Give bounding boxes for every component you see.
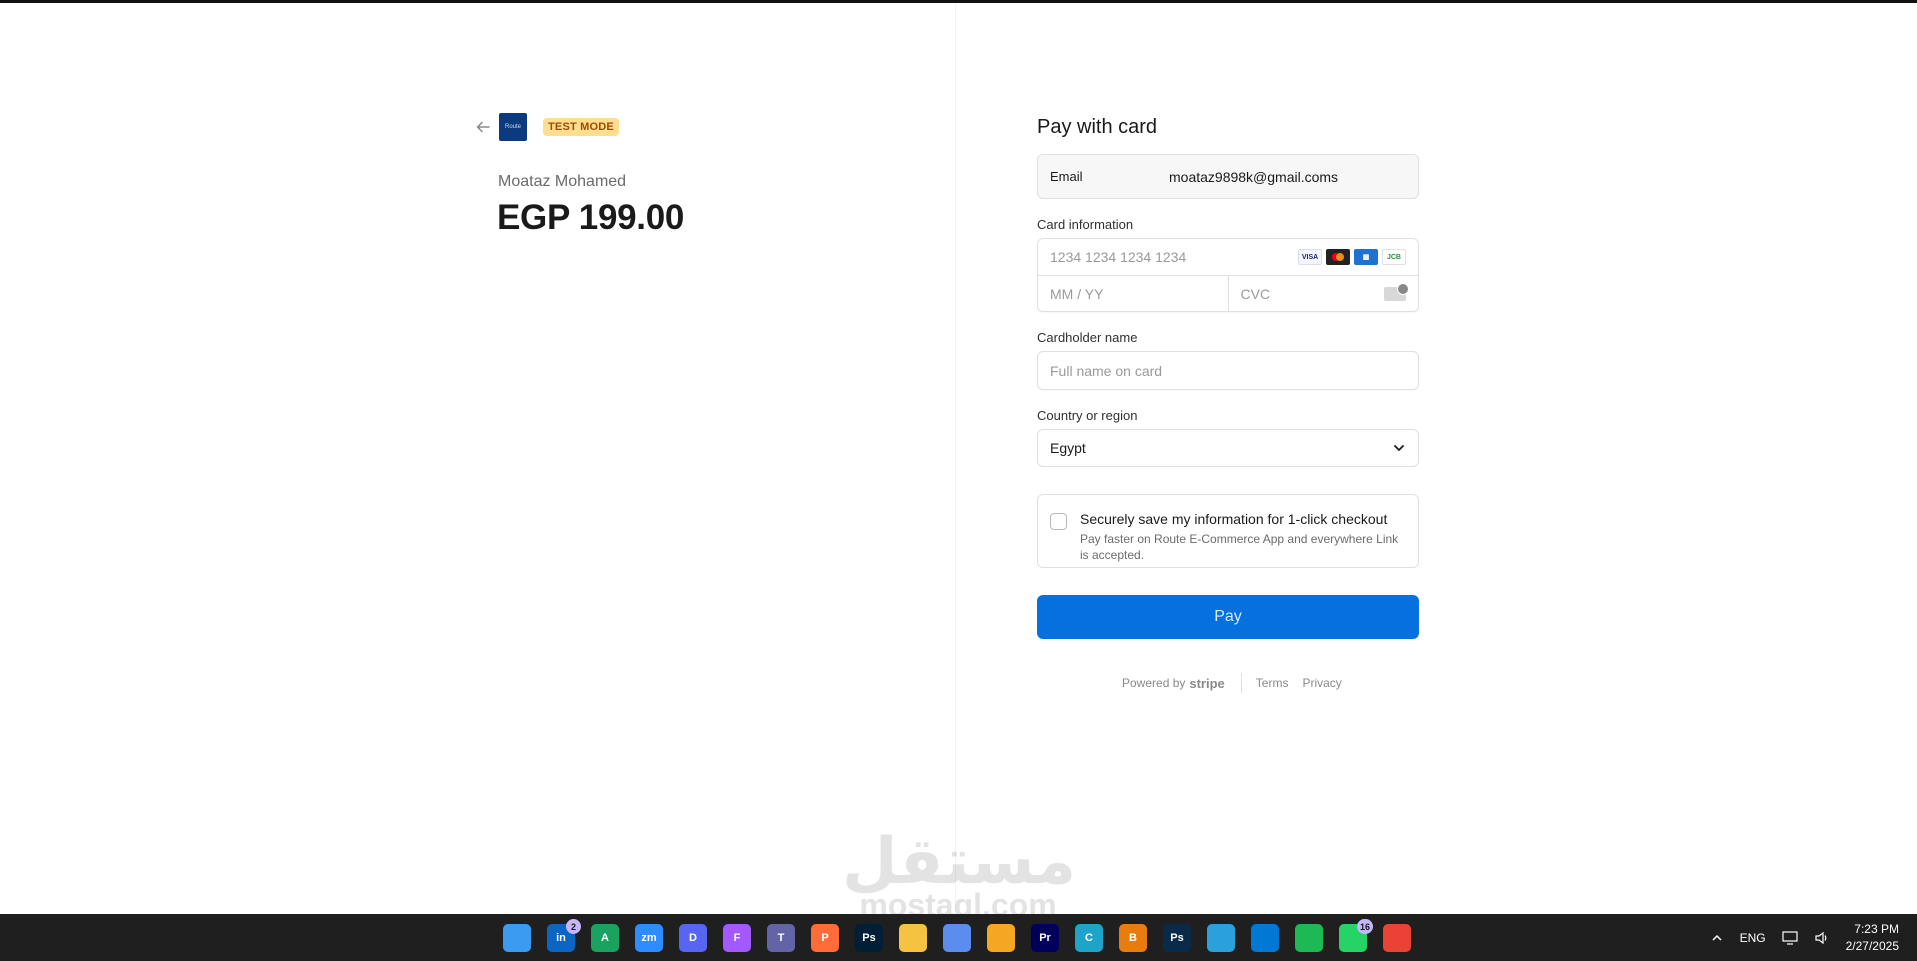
privacy-link[interactable]: Privacy bbox=[1302, 676, 1341, 690]
figma-label: F bbox=[733, 932, 741, 944]
chevron-up-icon[interactable] bbox=[1710, 931, 1724, 945]
expiry-placeholder: MM / YY bbox=[1050, 285, 1104, 302]
mastercard-icon bbox=[1326, 249, 1350, 265]
merchant-logo[interactable]: Route bbox=[499, 113, 527, 141]
whatsapp-icon[interactable]: 16 bbox=[1339, 919, 1373, 952]
card-number-placeholder: 1234 1234 1234 1234 bbox=[1050, 249, 1187, 265]
cvc-card-icon bbox=[1384, 282, 1409, 301]
country-select[interactable]: Egypt bbox=[1037, 429, 1419, 467]
save-info-checkbox[interactable] bbox=[1050, 513, 1067, 530]
jcb-icon: JCB bbox=[1382, 249, 1406, 265]
test-mode-badge: TEST MODE bbox=[543, 118, 619, 136]
back-arrow-icon[interactable] bbox=[475, 119, 491, 135]
teams-label: T bbox=[777, 932, 785, 944]
amex-icon: ▦ bbox=[1354, 249, 1378, 265]
file-explorer-icon[interactable] bbox=[899, 924, 927, 952]
card-brands: VISA ▦ JCB bbox=[1298, 249, 1406, 265]
sheets-label: A bbox=[601, 932, 609, 944]
terms-link[interactable]: Terms bbox=[1256, 676, 1289, 690]
start-icon[interactable] bbox=[503, 924, 531, 952]
notification-badge: 2 bbox=[566, 919, 581, 934]
notification-badge: 16 bbox=[1356, 919, 1373, 934]
card-expiry-cvc-row: MM / YY CVC bbox=[1038, 275, 1418, 311]
powered-by-text: Powered by bbox=[1122, 676, 1186, 690]
network-icon[interactable] bbox=[987, 924, 1015, 952]
clock-date: 2/27/2025 bbox=[1845, 938, 1899, 953]
canva-label: C bbox=[1085, 932, 1093, 944]
linkedin-icon[interactable]: in 2 bbox=[547, 919, 581, 952]
header-row: Route TEST MODE bbox=[475, 112, 619, 142]
email-value: moataz9898k@gmail.coms bbox=[1169, 168, 1339, 185]
telegram-icon[interactable] bbox=[1207, 924, 1235, 952]
network-icon[interactable] bbox=[1782, 930, 1798, 945]
cardholder-name-input[interactable]: Full name on card bbox=[1037, 351, 1419, 390]
volume-icon[interactable] bbox=[1814, 931, 1830, 945]
blender-label: B bbox=[1129, 932, 1137, 944]
cardholder-placeholder: Full name on card bbox=[1050, 362, 1163, 379]
country-label: Country or region bbox=[1037, 408, 1138, 423]
merchant-name: Moataz Mohamed bbox=[498, 173, 627, 190]
photoshop-icon[interactable]: Ps bbox=[855, 924, 883, 952]
zoom-label: zm bbox=[641, 932, 657, 944]
premiere-icon[interactable]: Pr bbox=[1031, 924, 1059, 952]
mostaql-watermark: مستقل mostaql.com bbox=[842, 827, 1076, 921]
windows-taskbar: in 2 Azm D F T P Ps Pr C B Ps 16 ENG 7:23 PM 2/27/20… bbox=[0, 914, 1917, 961]
visa-icon: VISA bbox=[1298, 249, 1322, 265]
cvc-input[interactable]: CVC bbox=[1227, 275, 1419, 311]
cardholder-label: Cardholder name bbox=[1037, 330, 1138, 345]
paint-icon[interactable] bbox=[943, 924, 971, 952]
chrome-icon[interactable] bbox=[1383, 924, 1411, 952]
form-title: Pay with card bbox=[1037, 116, 1158, 138]
language-indicator[interactable]: ENG bbox=[1740, 931, 1766, 945]
postman-label: P bbox=[821, 932, 829, 944]
card-number-input[interactable]: 1234 1234 1234 1234 VISA ▦ JCB bbox=[1038, 239, 1418, 275]
canva-icon[interactable]: C bbox=[1075, 924, 1103, 952]
card-info-group: 1234 1234 1234 1234 VISA ▦ JCB MM / YY C… bbox=[1037, 238, 1419, 312]
linkedin-label: in bbox=[556, 932, 566, 944]
save-info-text: Securely save my information for 1-click… bbox=[1080, 505, 1400, 562]
payment-form: Pay with card Email moataz9898k@gmail.co… bbox=[1037, 112, 1419, 639]
premiere-label: Pr bbox=[1039, 932, 1051, 944]
photoshop-label: Ps bbox=[862, 932, 876, 944]
save-info-description: Pay faster on Route E-Commerce App and e… bbox=[1080, 532, 1399, 562]
card-info-label: Card information bbox=[1037, 217, 1134, 232]
blender-icon[interactable]: B bbox=[1119, 924, 1147, 952]
email-field[interactable]: Email moataz9898k@gmail.coms bbox=[1037, 154, 1419, 199]
save-info-box: Securely save my information for 1-click… bbox=[1037, 494, 1419, 568]
zoom-icon[interactable]: zm bbox=[635, 924, 663, 952]
chevron-down-icon bbox=[1394, 445, 1404, 451]
footer-divider bbox=[1240, 673, 1242, 693]
taskbar-apps: in 2 Azm D F T P Ps Pr C B Ps 16 bbox=[503, 919, 1411, 952]
sheets-icon[interactable]: A bbox=[591, 924, 619, 952]
vscode-icon[interactable] bbox=[1251, 924, 1279, 952]
discord-label: D bbox=[689, 932, 697, 944]
email-label: Email bbox=[1050, 169, 1083, 184]
postman-icon[interactable]: P bbox=[811, 924, 839, 952]
teams-icon[interactable]: T bbox=[767, 924, 795, 952]
cvc-placeholder: CVC bbox=[1240, 285, 1271, 302]
discord-icon[interactable]: D bbox=[679, 924, 707, 952]
total-amount: EGP 199.00 bbox=[497, 198, 685, 237]
figma-icon[interactable]: F bbox=[723, 924, 751, 952]
photoshop-2-icon[interactable]: Ps bbox=[1163, 924, 1191, 952]
photoshop-2-label: Ps bbox=[1170, 932, 1184, 944]
system-tray: ENG 7:23 PM 2/27/2025 bbox=[1710, 914, 1917, 961]
stripe-logo[interactable]: stripe bbox=[1189, 676, 1224, 691]
country-value: Egypt bbox=[1050, 440, 1086, 456]
expiry-input[interactable]: MM / YY bbox=[1038, 276, 1228, 312]
clock[interactable]: 7:23 PM 2/27/2025 bbox=[1846, 921, 1899, 955]
spotify-icon[interactable] bbox=[1295, 924, 1323, 952]
save-info-title: Securely save my information for 1-click… bbox=[1080, 511, 1388, 527]
pay-button[interactable]: Pay bbox=[1037, 595, 1419, 639]
payment-footer: Powered by stripe Terms Privacy bbox=[1122, 673, 1356, 693]
clock-time: 7:23 PM bbox=[1854, 921, 1899, 936]
